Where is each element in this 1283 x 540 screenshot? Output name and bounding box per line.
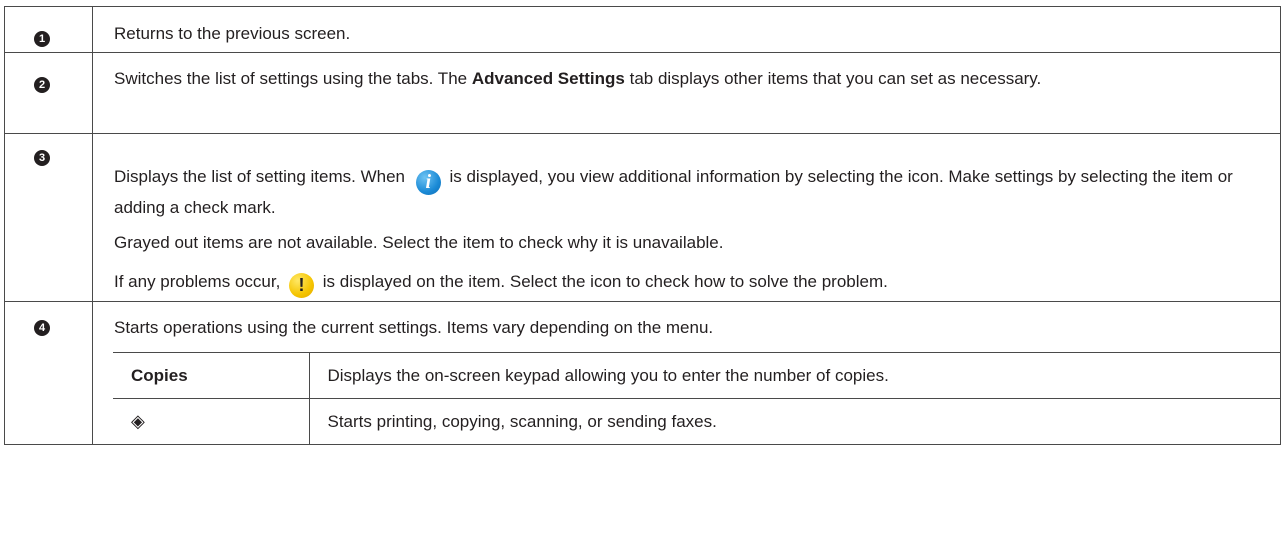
item-number-badge: 3 — [34, 150, 50, 166]
row-description: Displays the list of setting items. When… — [114, 167, 1233, 217]
sub-table-row: Copies Displays the on-screen keypad all… — [113, 352, 1281, 399]
table-row: 1 Returns to the previous screen. — [4, 6, 1281, 53]
row-description: Returns to the previous screen. — [114, 24, 351, 43]
item-number-badge: 1 — [34, 31, 50, 47]
item-number-badge: 4 — [34, 320, 50, 336]
copies-label: Copies — [113, 352, 310, 399]
copies-description: Displays the on-screen keypad allowing y… — [308, 352, 1281, 399]
item-number-badge: 2 — [34, 77, 50, 93]
start-description: Starts printing, copying, scanning, or s… — [308, 398, 1281, 444]
table-row: 3 Displays the list of setting items. Wh… — [4, 133, 1281, 302]
row-description: Starts operations using the current sett… — [114, 318, 714, 337]
advanced-settings-term: Advanced Settings — [471, 69, 625, 88]
sub-table-row: ◈ Starts printing, copying, scanning, or… — [113, 398, 1281, 444]
table-row: 2 Switches the list of settings using th… — [4, 52, 1281, 134]
start-icon: ◈ — [131, 411, 145, 432]
row-description: Switches the list of settings using the … — [114, 69, 1042, 88]
sub-items-table: Copies Displays the on-screen keypad all… — [113, 352, 1281, 444]
info-icon: i — [415, 170, 441, 195]
warning-icon: ! — [289, 273, 315, 298]
row-description-note: Grayed out items are not available. Sele… — [114, 233, 724, 252]
table-row: 4 Starts operations using the current se… — [4, 301, 1281, 445]
control-panel-description-table: 1 Returns to the previous screen. 2 Swit… — [4, 6, 1281, 445]
row-description-problem: If any problems occur, ! is displayed on… — [114, 269, 1262, 298]
